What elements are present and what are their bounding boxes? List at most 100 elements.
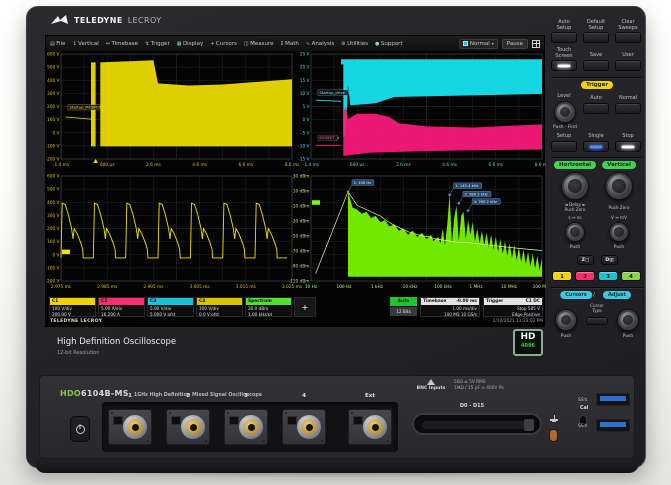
- x-tick: 8.6 ms: [535, 162, 546, 168]
- descriptor-C2[interactable]: C25.00 A/div16.200 A: [98, 297, 145, 317]
- trigger-descriptor[interactable]: Trigger C1 DC Stop 585 V Edge Positive: [483, 297, 543, 317]
- clear-sweeps-button[interactable]: [615, 32, 641, 43]
- user-button[interactable]: [615, 60, 641, 71]
- y-tick: 10 dBm: [293, 189, 310, 195]
- menu-item-trigger[interactable]: ↯Trigger: [145, 41, 170, 47]
- trigger-single-button[interactable]: [583, 141, 609, 152]
- menu-item-measure[interactable]: ◫Measure: [244, 41, 274, 47]
- probe-sense-contact: [171, 416, 181, 425]
- acquisition-mode-dropdown[interactable]: Normal ▾: [459, 39, 498, 49]
- menu-item-cursors[interactable]: +Cursors: [210, 41, 237, 47]
- usb2-tongue: [600, 422, 626, 427]
- caption-subtitle: 12-bit Resolution: [57, 350, 176, 356]
- cursors-knob[interactable]: [555, 309, 577, 331]
- usb-port-2[interactable]: [596, 419, 630, 432]
- menu-item-label: Timebase: [111, 41, 138, 47]
- menu-item-support[interactable]: ●Support: [375, 41, 403, 47]
- channel-2-button[interactable]: 2: [575, 271, 595, 281]
- trigger-single-label: Single: [581, 133, 611, 139]
- trace-indicator: [62, 250, 70, 255]
- y-tick: -200 V: [46, 157, 60, 163]
- bnc-connector-1: [108, 409, 152, 445]
- volt-range-label: V ↔ mV: [603, 215, 635, 220]
- digital-slot-latch: [524, 419, 534, 431]
- display-screen[interactable]: ▤File ↕Vertical ↔Timebase ↯Trigger ▦Display +…: [45, 35, 545, 327]
- vertical-offset-knob[interactable]: [605, 172, 633, 200]
- menu-item-vertical[interactable]: ↕Vertical: [72, 41, 98, 47]
- waveform-q4: [348, 192, 542, 277]
- bnc-connector-2: [166, 409, 210, 445]
- usb1-tongue: [600, 396, 626, 401]
- timebase-scale-knob[interactable]: [565, 222, 585, 242]
- horizontal-section-label: Horizontal: [554, 161, 596, 169]
- usb1-label: SS↯: [578, 398, 588, 403]
- usb-port-1[interactable]: [596, 393, 630, 406]
- bezel-caption: High Definition Oscilloscope 12-bit Reso…: [57, 337, 176, 356]
- menu-item-file[interactable]: ▤File: [50, 41, 65, 47]
- channel-3-button[interactable]: 3: [598, 271, 618, 281]
- waveform-grid: 600 V500 V400 V300 V200 V100 V0 V-100 V-…: [46, 51, 546, 295]
- probe-sense-contact: [229, 416, 239, 425]
- y-tick: 5 V: [302, 104, 309, 110]
- menubar: ▤File ↕Vertical ↔Timebase ↯Trigger ▦Display +…: [46, 36, 544, 51]
- menu-item-icon: ↔: [106, 41, 110, 47]
- input-label-4: 4: [296, 393, 312, 399]
- channel-1-button[interactable]: 1: [552, 271, 572, 281]
- vertical-scale-knob[interactable]: [609, 222, 629, 242]
- trigger-level-knob[interactable]: [554, 101, 576, 123]
- warning-triangle-icon: [427, 379, 435, 385]
- y-tick: 100 V: [47, 117, 60, 123]
- menu-item-utilities[interactable]: ⚙Utilities: [341, 41, 368, 47]
- pause-button[interactable]: Pause: [502, 39, 528, 49]
- cursors-adjust-separator: /: [589, 292, 599, 298]
- trigger-auto-button[interactable]: [583, 103, 609, 114]
- zoom-button[interactable]: Z□: [577, 255, 594, 265]
- descriptor-Spectrum[interactable]: Spectrum20.0 dBm1.00 kHz/pt: [245, 297, 292, 317]
- cursor-type-button[interactable]: [586, 317, 608, 325]
- digital-inputs-connector[interactable]: [412, 413, 542, 435]
- auto-setup-button[interactable]: [551, 32, 577, 43]
- brand-logo: TELEDYNE LECROY: [51, 15, 162, 26]
- timebase-value: -0.00 ms: [456, 299, 477, 304]
- menu-item-display[interactable]: ▦Display: [177, 41, 204, 47]
- screen-brand: TELEDYNE LECROY: [50, 319, 102, 324]
- time-range-label: s ↔ ns: [559, 215, 591, 220]
- touch-screen-button[interactable]: [551, 60, 577, 71]
- menu-item-timebase[interactable]: ↔Timebase: [106, 41, 138, 47]
- menu-item-analysis[interactable]: ∿Analysis: [306, 41, 334, 47]
- y-tick: -15 V: [298, 157, 309, 163]
- cursors-section-label: Cursors: [560, 291, 592, 299]
- input-spec: 50Ω ≤ 5V RMS 1MΩ / 15 pF ± 400V Pk: [454, 380, 504, 393]
- menu-item-math[interactable]: ΣMath: [280, 41, 298, 47]
- y-tick: -100 V: [46, 265, 60, 271]
- x-tick: 6.6 ms: [238, 162, 253, 168]
- waveform-q1: [66, 117, 91, 119]
- x-tick: 2.6 ms: [396, 162, 411, 168]
- descriptor-C1[interactable]: C1100 V/div200.00 V: [49, 297, 96, 317]
- cursor-type-label: Cursor Type: [581, 303, 613, 313]
- y-tick: 400 V: [47, 200, 60, 206]
- save-button[interactable]: [583, 60, 609, 71]
- add-trace-button[interactable]: +: [294, 297, 316, 317]
- trace-indicator: [312, 200, 320, 205]
- power-button[interactable]: [70, 416, 90, 442]
- trigger-normal-button[interactable]: [615, 103, 641, 114]
- adjust-knob[interactable]: [617, 309, 639, 331]
- status-auto-box[interactable]: Auto: [390, 297, 417, 306]
- channel-4-button[interactable]: 4: [621, 271, 641, 281]
- mode-icon: [463, 41, 468, 46]
- timebase-descriptor[interactable]: Timebase -0.00 ms 1.00 ms/div 100 MS 10 …: [420, 297, 480, 317]
- menu-item-label: File: [56, 41, 65, 47]
- vertical-section-label: Vertical: [602, 161, 636, 169]
- descriptor-C3[interactable]: C35.00 V/div5.000 V ofst: [147, 297, 194, 317]
- trigger-stop-button[interactable]: [615, 141, 641, 152]
- offset-push-zero-label: Push Zero: [603, 205, 635, 210]
- trigger-setup-button[interactable]: [551, 141, 577, 152]
- menu-item-label: Trigger: [151, 41, 170, 47]
- grid-layout-icon[interactable]: [532, 40, 540, 48]
- trigger-normal-label: Normal: [613, 95, 643, 101]
- default-setup-button[interactable]: [583, 32, 609, 43]
- descriptor-C4[interactable]: C4100 V/div0.0 V ofst: [196, 297, 243, 317]
- horizontal-delay-knob[interactable]: [561, 172, 589, 200]
- digital-button[interactable]: D▥: [601, 255, 618, 265]
